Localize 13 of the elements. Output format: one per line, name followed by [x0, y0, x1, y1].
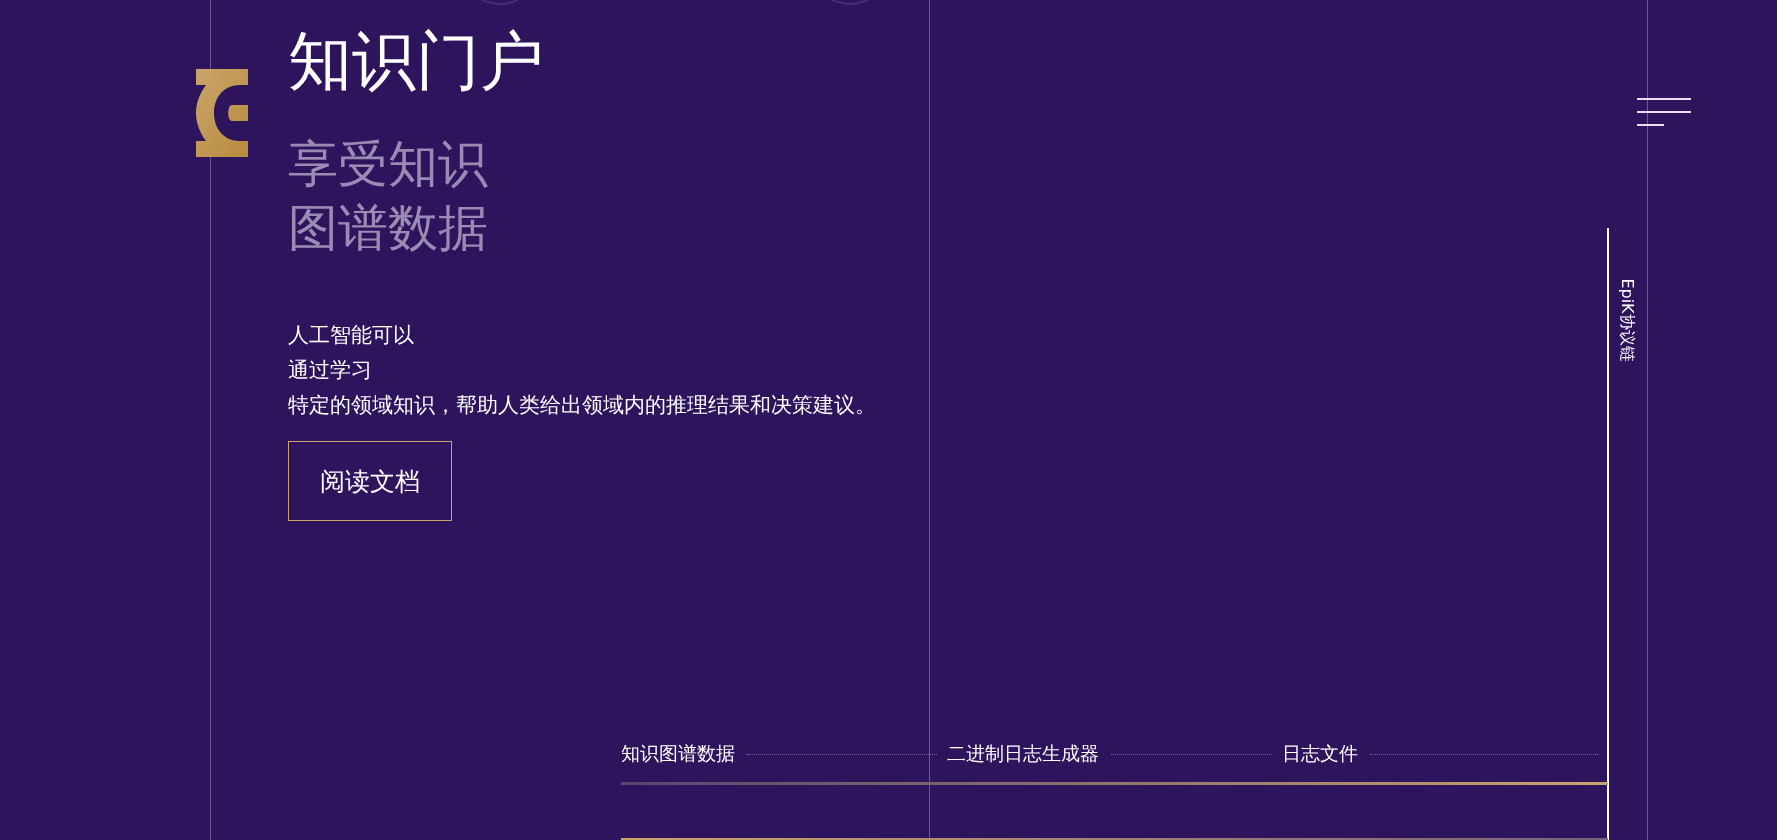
hero-title: 知识门户: [288, 23, 545, 100]
step-label[interactable]: 二进制日志生成器: [946, 741, 1099, 767]
read-docs-button[interactable]: 阅读文档: [288, 441, 452, 521]
step-label[interactable]: 知识图谱数据: [621, 741, 735, 767]
description-text: 特定的领域知识，帮助人类给出领域内的推理结果和决策建议。: [288, 392, 876, 419]
logo-icon: [196, 69, 248, 157]
description-text: 人工智能可以: [288, 322, 415, 349]
description-text: 通过学习: [288, 357, 373, 384]
step-label[interactable]: 日志文件: [1282, 741, 1359, 767]
hero-subtitle: 享受知识: [288, 134, 489, 195]
menu-icon[interactable]: [1637, 98, 1691, 126]
side-label: EpiK协议链: [1617, 277, 1637, 364]
hero-subtitle: 图谱数据: [288, 198, 489, 259]
